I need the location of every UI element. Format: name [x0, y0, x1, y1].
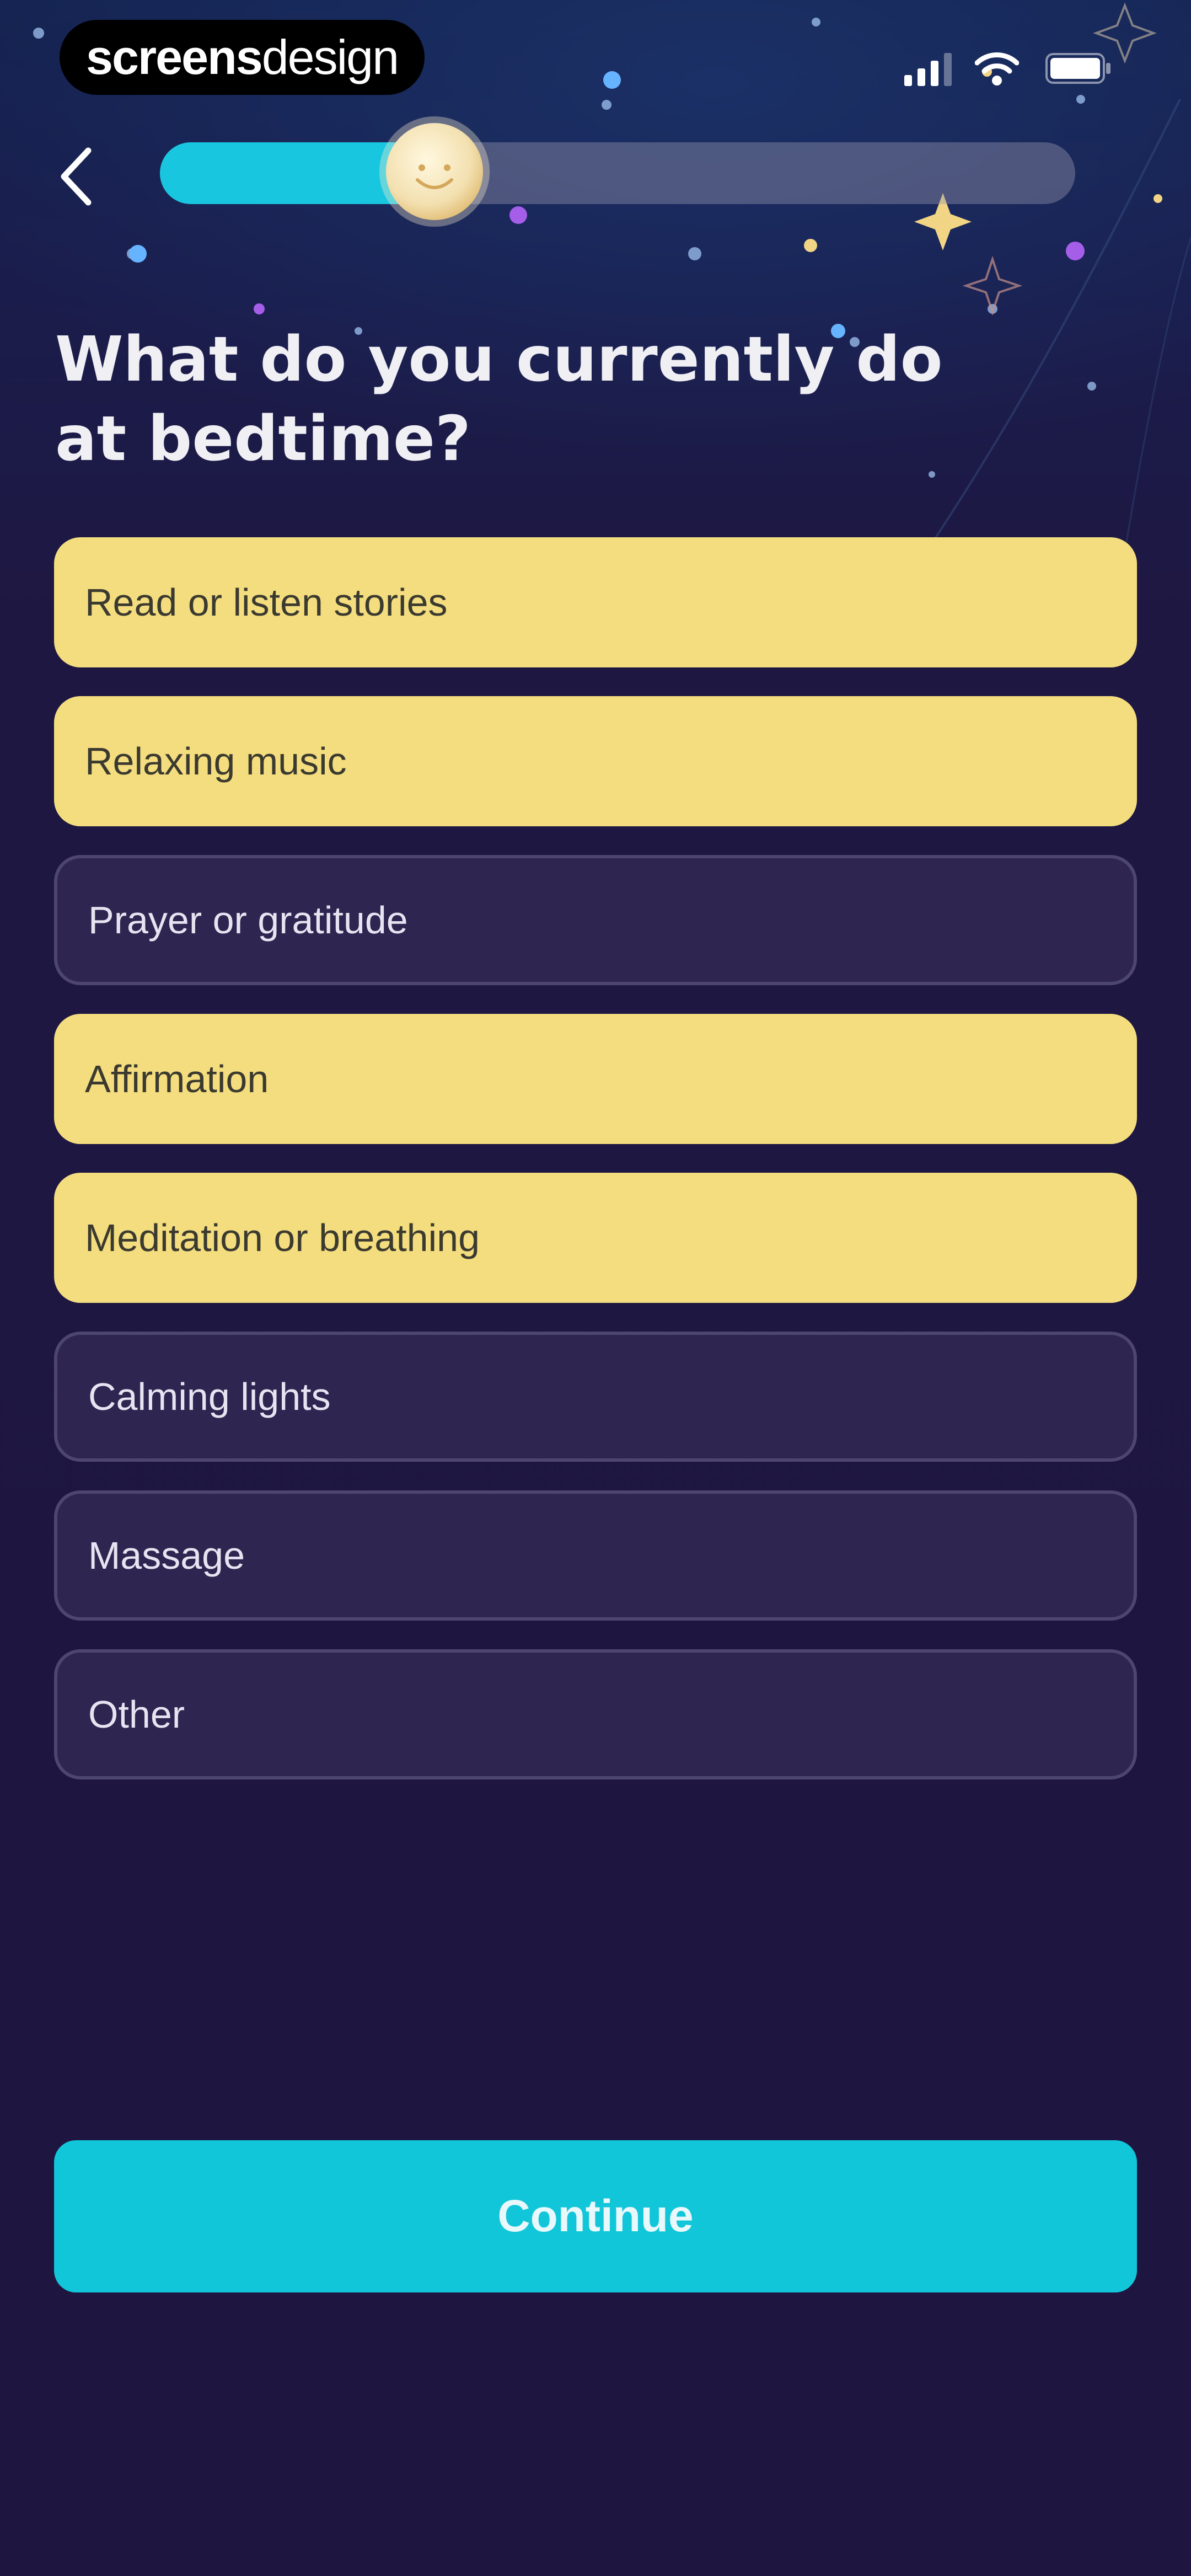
option-card[interactable]: Calming lights: [54, 1332, 1137, 1462]
option-label: Read or listen stories: [85, 581, 448, 624]
option-label: Prayer or gratitude: [88, 899, 408, 942]
option-card[interactable]: Affirmation: [54, 1014, 1137, 1144]
battery-icon: [1045, 53, 1110, 84]
progress-bar: [160, 116, 1075, 227]
moon-icon: [379, 116, 490, 227]
watermark-text-bold: screens: [86, 30, 263, 84]
screensdesign-watermark: screens design: [60, 20, 425, 95]
options-list: Read or listen stories Relaxing music Pray…: [54, 537, 1137, 1808]
option-card[interactable]: Read or listen stories: [54, 537, 1137, 667]
watermark-text-light: design: [261, 30, 399, 84]
option-label: Other: [88, 1693, 185, 1736]
option-label: Relaxing music: [85, 740, 347, 783]
option-card[interactable]: Relaxing music: [54, 696, 1137, 826]
option-label: Calming lights: [88, 1375, 331, 1418]
option-card[interactable]: Prayer or gratitude: [54, 855, 1137, 985]
option-card[interactable]: Massage: [54, 1490, 1137, 1621]
continue-button[interactable]: Continue: [54, 2140, 1137, 2292]
onboarding-screen: screens design What do you currently do …: [0, 0, 1191, 2576]
status-bar: screens design: [0, 0, 1191, 110]
option-card[interactable]: Other: [54, 1649, 1137, 1779]
page-title: What do you currently do at bedtime?: [55, 324, 943, 475]
option-label: Meditation or breathing: [85, 1216, 480, 1259]
signal-bars-icon: [904, 53, 952, 86]
option-card[interactable]: Meditation or breathing: [54, 1173, 1137, 1303]
option-label: Massage: [88, 1534, 245, 1577]
back-button[interactable]: [45, 138, 106, 215]
wifi-icon: [975, 52, 1019, 85]
chevron-left-icon: [61, 147, 92, 206]
option-label: Affirmation: [85, 1057, 269, 1100]
